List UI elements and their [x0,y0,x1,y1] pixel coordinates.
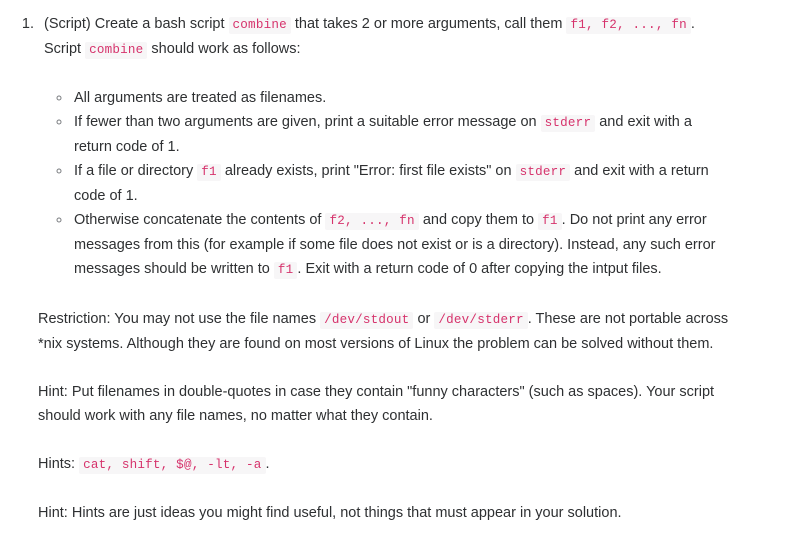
list-item: If a file or directory f1 already exists… [72,159,729,208]
inline-code-f1-f2-fn: f1, f2, ..., fn [566,17,691,34]
list-item: All arguments are treated as filenames. [72,86,729,110]
inline-code-combine: combine [228,17,291,34]
task-intro-text-2: that takes 2 or more arguments, call the… [290,16,567,32]
task-intro-line-2: Script combine should work as follows: [44,37,729,62]
inline-code-stderr: stderr [540,115,596,132]
hint-quotes-paragraph: Hint: Put filenames in double-quotes in … [38,384,715,424]
task-intro-line2-text-1: Script [44,41,86,57]
task-intro-line2-text-2: should work as follows: [147,41,301,57]
bullet-2-text-1: If a file or directory [74,163,198,179]
bullet-3-text-1: Otherwise concatenate the contents of [74,212,326,228]
inline-code-dev-stderr: /dev/stderr [434,312,528,329]
task-intro-text-3: . [690,16,695,32]
inline-code-hints: cat, shift, $@, -lt, -a [79,457,266,474]
task-ordered-list: (Script) Create a bash script combine th… [0,12,729,282]
bullet-0-text-1: All arguments are treated as filenames. [74,90,327,106]
hints-label: Hints: [38,456,80,472]
notes-block: Restriction: You may not use the file na… [0,307,729,525]
bullet-3-text-2: and copy them to [418,212,539,228]
inline-code-f1-2: f1 [538,213,562,230]
hints-list-paragraph: Hints: cat, shift, $@, -lt, -a. [38,452,729,477]
restriction-text-2: or [413,311,435,327]
bullet-2-text-2: already exists, print "Error: first file… [220,163,516,179]
hints-suffix: . [265,456,270,472]
bullet-3-text-4: . Exit with a return code of 0 after cop… [297,261,662,277]
task-intro-text-1: (Script) Create a bash script [44,16,229,32]
restriction-paragraph: Restriction: You may not use the file na… [38,307,729,356]
inline-code-stderr-2: stderr [515,164,571,181]
inline-code-dev-stdout: /dev/stdout [320,312,414,329]
restriction-text-1: Restriction: You may not use the file na… [38,311,321,327]
inline-code-f2-fn: f2, ..., fn [325,213,419,230]
inline-code-combine-2: combine [85,42,148,59]
bullet-1-text-1: If fewer than two arguments are given, p… [74,114,541,130]
inline-code-f1: f1 [197,164,221,181]
task-requirements-list: All arguments are treated as filenames. … [44,86,729,282]
hint-note-paragraph: Hint: Hints are just ideas you might fin… [38,505,622,521]
task-item-3: (Script) Create a bash script combine th… [38,12,729,282]
assignment-page: (Script) Create a bash script combine th… [0,0,803,559]
list-item: Otherwise concatenate the contents of f2… [72,208,729,282]
inline-code-f1-3: f1 [273,262,298,279]
list-item: If fewer than two arguments are given, p… [72,110,729,159]
